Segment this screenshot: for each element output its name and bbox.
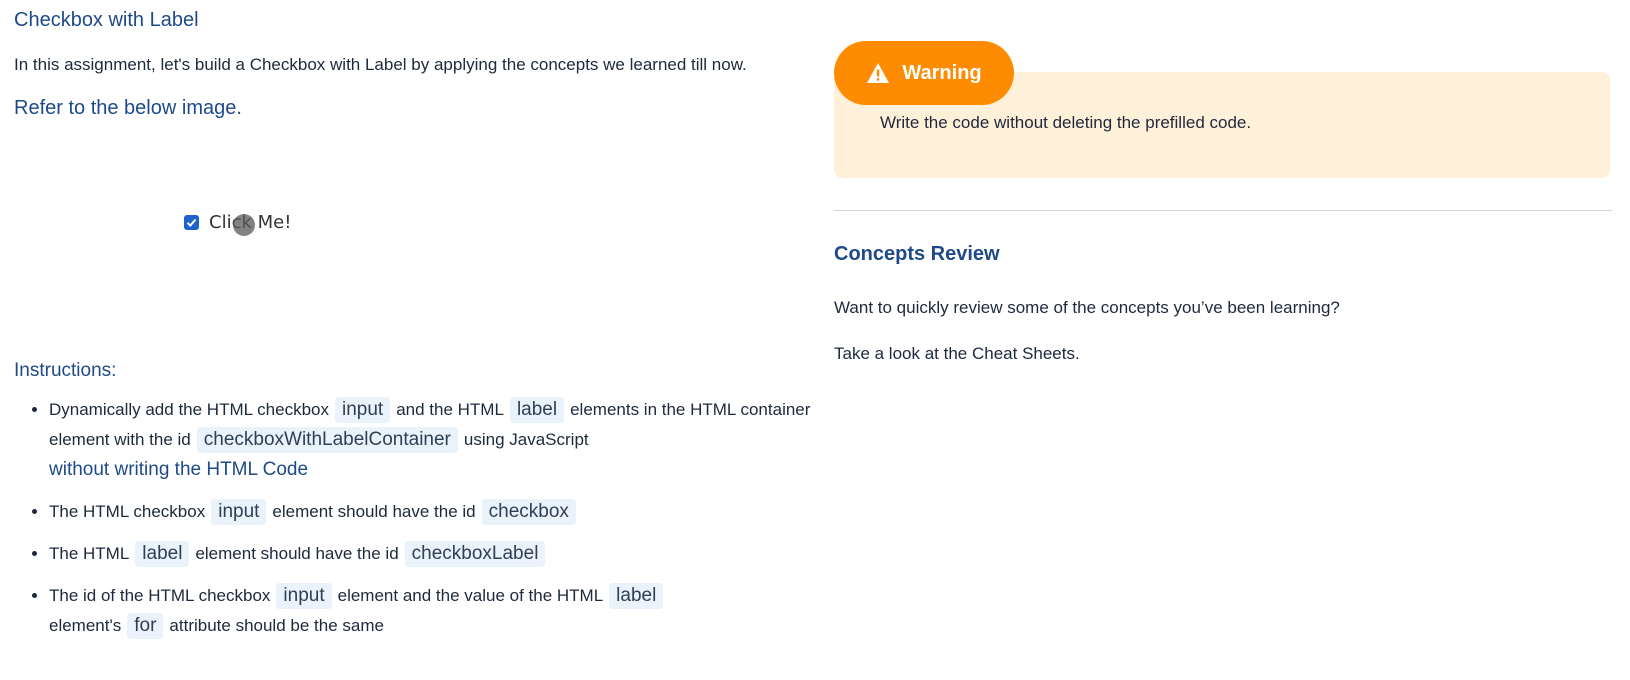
intro-text: In this assignment, let's build a Checkb… (14, 55, 747, 74)
refer-heading: Refer to the below image. (14, 97, 242, 119)
checkbox-checked-icon (184, 215, 199, 230)
code-snippet: label (135, 541, 190, 567)
warning-triangle-icon (867, 63, 890, 83)
list-item: Dynamically add the HTML checkbox inputan… (49, 395, 849, 485)
assignment-panel: Checkbox with Label In this assignment, … (14, 0, 810, 639)
cheat-sheets-text: Take a look at the Cheat Sheets. (834, 344, 1080, 363)
instructions-heading: Instructions: (14, 360, 117, 381)
concepts-review-text: Want to quickly review some of the conce… (834, 298, 1340, 317)
list-item: The id of the HTML checkbox input element … (49, 581, 849, 641)
list-item: The HTML label element should have the id c… (49, 539, 849, 569)
code-snippet: input (276, 583, 332, 609)
preview-label-wrap: Click Me! (209, 212, 291, 236)
instruction-text: The HTML (49, 544, 130, 563)
instruction-text: The id of the HTML checkbox (49, 586, 271, 605)
code-snippet: input (211, 499, 267, 525)
code-snippet: label (609, 583, 664, 609)
code-snippet: checkboxWithLabelContainer (196, 427, 458, 453)
instruction-text: using JavaScript (463, 430, 589, 449)
warning-badge: Warning (834, 41, 1014, 105)
code-snippet: for (127, 613, 164, 639)
instruction-text: The HTML checkbox (49, 502, 206, 521)
instruction-text: and the HTML (396, 400, 504, 419)
code-snippet: checkboxLabel (404, 541, 546, 567)
instruction-text: Dynamically add the HTML checkbox (49, 400, 329, 419)
emphasis-text: without writing the HTML Code (49, 459, 309, 480)
instruction-text: attribute should be the same (169, 616, 384, 635)
instruction-text: element should have the id (272, 502, 476, 521)
instruction-text: element should have the id (195, 544, 399, 563)
preview-image: Click Me! (184, 212, 291, 236)
cursor-indicator-icon (233, 214, 255, 236)
code-snippet: checkbox (481, 499, 576, 525)
instructions-list: Dynamically add the HTML checkboxinputan… (14, 395, 849, 653)
divider (834, 210, 1612, 211)
warning-title: Warning (902, 61, 982, 84)
instruction-text: element and the value of the HTML (337, 586, 604, 605)
concepts-review-heading: Concepts Review (834, 243, 1000, 265)
page-title: Checkbox with Label (14, 9, 199, 31)
list-item: The HTML checkbox input element should hav… (49, 497, 849, 527)
instruction-text: element's (49, 616, 122, 635)
code-snippet: label (509, 397, 565, 423)
code-snippet: input (335, 397, 391, 423)
warning-text: Write the code without deleting the pref… (880, 113, 1252, 132)
